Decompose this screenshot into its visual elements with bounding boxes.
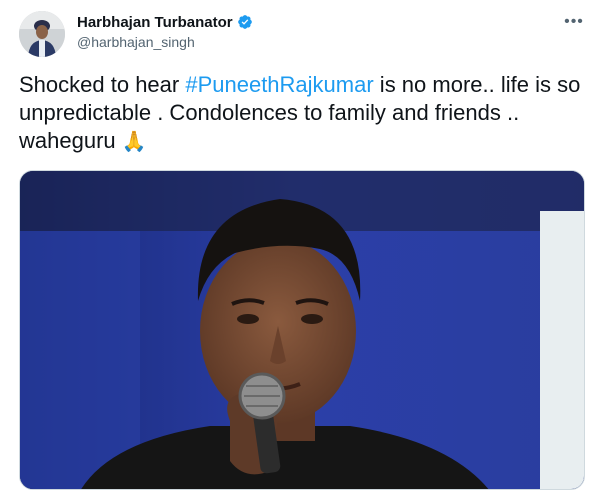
tweet-text: Shocked to hear #PuneethRajkumar is no m… [19,71,589,156]
more-options-button[interactable]: ••• [562,12,586,32]
tweet-card: Harbhajan Turbanator @harbhajan_singh ••… [0,0,600,500]
verified-badge-icon [237,14,253,30]
tweet-photo[interactable] [19,170,585,490]
name-row: Harbhajan Turbanator [77,12,253,32]
tweet-text-before: Shocked to hear [19,72,186,97]
more-horizontal-icon: ••• [564,13,584,30]
avatar[interactable] [19,11,65,57]
folded-hands-emoji: 🙏 [121,131,147,153]
display-name[interactable]: Harbhajan Turbanator [77,14,233,31]
user-handle[interactable]: @harbhajan_singh [77,34,195,50]
hashtag-link[interactable]: #PuneethRajkumar [185,72,373,97]
